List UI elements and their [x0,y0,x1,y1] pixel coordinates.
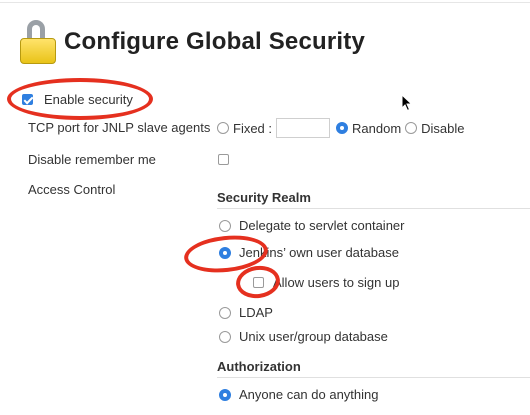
tcp-port-fixed-label: Fixed : [233,120,273,136]
allow-signup-checkbox[interactable] [253,277,264,288]
disable-remember-me-checkbox[interactable] [218,154,229,165]
enable-security-checkbox[interactable] [22,94,33,105]
allow-signup-label: Allow users to sign up [273,275,400,290]
realm-servlet-option: Delegate to servlet container [219,218,404,233]
tcp-port-disable-radio[interactable] [405,122,418,134]
tcp-port-fixed-input[interactable] [276,118,331,138]
realm-unix-radio[interactable] [219,330,231,343]
authorization-heading: Authorization [217,359,301,374]
realm-jenkins-db-option: Jenkins’ own user database [219,245,399,260]
disable-remember-me-row: Disable remember me [28,152,156,167]
tcp-port-disable-label: Disable [421,120,465,136]
page-header: Configure Global Security [18,20,365,64]
authorization-divider [217,377,530,378]
enable-security-row: Enable security [22,92,133,107]
tcp-port-fixed-radio[interactable] [217,122,229,134]
auth-anyone-label: Anyone can do anything [239,387,379,402]
disable-remember-me-label: Disable remember me [28,152,156,167]
tcp-port-label-row: TCP port for JNLP slave agents [28,120,210,135]
realm-ldap-radio[interactable] [219,306,231,319]
auth-anyone-radio[interactable] [219,388,231,401]
tcp-port-random-label: Random [352,120,402,136]
security-realm-heading: Security Realm [217,190,311,205]
allow-signup-option: Allow users to sign up [253,275,399,290]
tcp-port-label: TCP port for JNLP slave agents [28,120,211,135]
tcp-port-options: Fixed : Random Disable [217,118,465,138]
mouse-cursor-icon [401,94,413,112]
realm-ldap-option: LDAP [219,305,273,320]
security-realm-divider [217,208,530,209]
realm-servlet-radio[interactable] [219,219,231,232]
access-control-row: Access Control [28,182,115,197]
enable-security-label: Enable security [44,92,133,107]
top-divider [0,2,530,3]
lock-icon [18,20,60,64]
realm-jenkins-db-label: Jenkins’ own user database [239,245,399,260]
realm-unix-option: Unix user/group database [219,329,388,344]
realm-servlet-label: Delegate to servlet container [239,218,405,233]
realm-ldap-label: LDAP [239,305,273,320]
tcp-port-random-radio[interactable] [336,122,349,134]
auth-anyone-option: Anyone can do anything [219,387,379,402]
access-control-label: Access Control [28,182,116,197]
realm-unix-label: Unix user/group database [239,329,388,344]
page-title: Configure Global Security [64,28,366,55]
realm-jenkins-db-radio[interactable] [219,246,231,259]
disable-remember-me-control [218,154,229,165]
